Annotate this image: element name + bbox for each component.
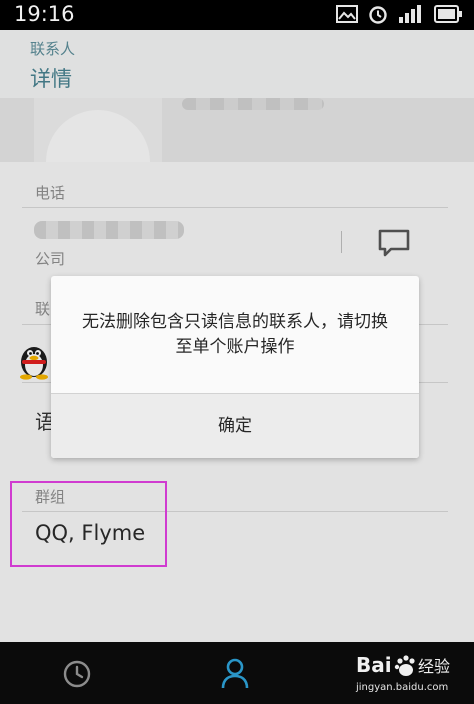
baidu-logo-icon: Bai 经验 bbox=[356, 650, 468, 684]
confirm-button[interactable]: 确定 bbox=[51, 394, 419, 458]
recent-clock-icon[interactable] bbox=[62, 659, 92, 693]
svg-text:经验: 经验 bbox=[418, 657, 450, 676]
battery-icon bbox=[434, 5, 462, 23]
contact-detail-screen: 联系人 详情 电话 公司 联 语 群组 QQ, Flyme 无法删除包含只读信息… bbox=[0, 30, 474, 642]
alarm-icon bbox=[368, 4, 388, 24]
status-time: 19:16 bbox=[14, 2, 75, 26]
status-bar: 19:16 bbox=[0, 0, 474, 30]
watermark-url: jingyan.baidu.com bbox=[356, 682, 449, 693]
svg-text:Bai: Bai bbox=[356, 653, 392, 677]
dialog-button-bar: 确定 bbox=[51, 393, 419, 458]
bottom-navigation: Bai 经验 jingyan.baidu.com bbox=[0, 642, 474, 704]
status-icons bbox=[336, 4, 462, 24]
gallery-icon bbox=[336, 5, 358, 23]
dialog-message: 无法删除包含只读信息的联系人，请切换至单个账户操作 bbox=[51, 310, 419, 360]
dialog-message-text: 无法删除包含只读信息的联系人，请切换至单个账户操作 bbox=[82, 312, 388, 357]
signal-icon bbox=[398, 5, 424, 23]
contacts-person-icon[interactable] bbox=[220, 657, 250, 693]
alert-dialog: 无法删除包含只读信息的联系人，请切换至单个账户操作 确定 bbox=[51, 276, 419, 458]
